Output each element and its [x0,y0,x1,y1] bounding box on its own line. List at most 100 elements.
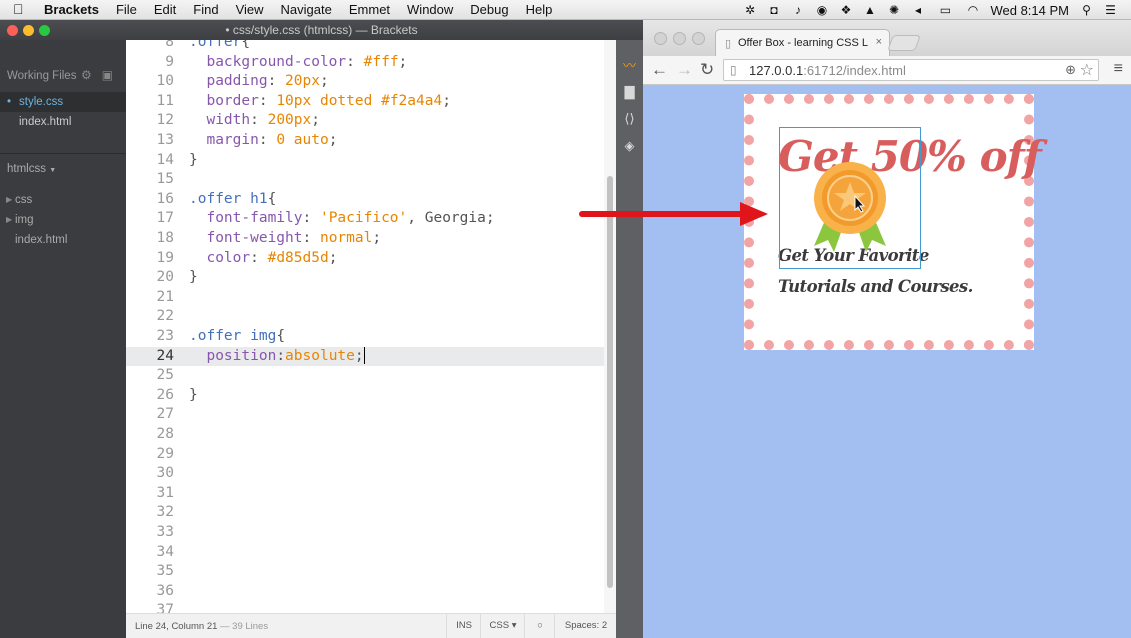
code-line[interactable]: 36 [126,582,604,602]
drive-icon[interactable]: ▲ [863,2,876,18]
menu-help[interactable]: Help [526,2,553,17]
menu-emmet[interactable]: Emmet [349,2,390,17]
line-number: 12 [156,112,174,129]
split-view-icon[interactable]: ▣ [102,68,113,82]
code-line[interactable]: 25 [126,366,604,386]
code-line[interactable]: 17 font-family: 'Pacifico', Georgia; [126,209,604,229]
code-line[interactable]: 19 color: #d85d5d; [126,249,604,269]
menu-file[interactable]: File [116,2,137,17]
forward-icon[interactable]: → [676,60,693,80]
new-tab-button[interactable] [887,35,921,51]
tree-folder-img[interactable]: ▶ img [0,210,126,230]
tab-title: Offer Box - learning CSS L [738,37,869,49]
close-tab-icon[interactable]: × [876,36,882,48]
code-line[interactable]: 31 [126,484,604,504]
menu-bar:  Brackets File Edit Find View Navigate Emmet W… [0,0,1131,20]
working-file-index-html[interactable]: index.html [0,112,126,132]
code-line[interactable]: 26} [126,386,604,406]
code-line[interactable]: 12 width: 200px; [126,111,604,131]
menu-icon[interactable]: ≡ [1114,60,1123,78]
zoom-window-icon[interactable] [692,32,705,45]
reload-icon[interactable]: ↻ [700,60,714,80]
menu-edit[interactable]: Edit [154,2,176,17]
code-line[interactable]: 16 .offer h1{ [126,190,604,210]
code-editor[interactable]: 8 .offer{9 background-color: #fff; 10 padd… [126,40,604,613]
code-hint-icon[interactable]: ⟨⟩ [621,110,638,127]
apple-icon[interactable]:  [13,1,24,17]
menu-navigate[interactable]: Navigate [281,2,332,17]
bookmark-star-icon[interactable]: ☆ [1080,60,1094,80]
language-mode-select[interactable]: CSS ▾ [480,614,525,638]
settings-gear-icon[interactable]: ⚙ [81,68,92,82]
project-dropdown[interactable]: htmlcss ▼ [7,163,56,175]
gear-icon[interactable]: ✲ [743,2,756,18]
clock[interactable]: Wed 8:14 PM [990,3,1069,18]
minimize-window-icon[interactable] [23,25,34,36]
extension-manager-icon[interactable]: ▇ [621,83,638,100]
code-line[interactable]: 33 [126,523,604,543]
indent-spaces-select[interactable]: Spaces: 2 [554,614,617,638]
code-text: padding: 20px; [206,73,329,90]
menu-window[interactable]: Window [407,2,453,17]
insert-mode-toggle[interactable]: INS [446,614,481,638]
sidebar: Working Files ⚙ ▣ • style.css index.html… [0,40,126,638]
zoom-window-icon[interactable] [39,25,50,36]
minimize-window-icon[interactable] [673,32,686,45]
working-files-heading: Working Files [7,70,77,82]
brackets-window: • css/style.css (htmlcss) — Brackets Wor… [0,20,643,638]
close-window-icon[interactable] [654,32,667,45]
dropbox-icon[interactable]: ❖ [839,2,852,18]
menu-debug[interactable]: Debug [470,2,508,17]
code-line[interactable]: 34 [126,543,604,563]
spotlight-search-icon[interactable]: ⚲ [1080,2,1093,18]
menu-view[interactable]: View [236,2,264,17]
code-line[interactable]: 8 .offer{ [126,40,604,53]
live-preview-icon[interactable]: 〰 [621,57,638,74]
code-line[interactable]: 11 border: 10px dotted #f2a4a4; [126,92,604,112]
code-line[interactable]: 21 [126,288,604,308]
linter-status-icon[interactable]: ○ [524,614,555,638]
code-line[interactable]: 20} [126,268,604,288]
browser-tab[interactable]: ▯ Offer Box - learning CSS L × [715,29,890,56]
code-line[interactable]: 18 font-weight: normal; [126,229,604,249]
code-line[interactable]: 15 [126,170,604,190]
notification-center-icon[interactable]: ☰ [1104,2,1117,18]
creative-cloud-icon[interactable]: ✺ [887,2,900,18]
code-line[interactable]: 35 [126,562,604,582]
wifi-icon[interactable]: ◠ [966,2,979,18]
code-line[interactable]: 22 [126,307,604,327]
code-line[interactable]: 24 position:absolute; [126,346,604,367]
tree-folder-css[interactable]: ▶ css [0,190,126,210]
line-number: 15 [156,171,174,188]
address-bar[interactable]: ▯ 127.0.0.1:61712/index.html ⊕ ☆ [723,59,1099,81]
code-line[interactable]: 28 [126,425,604,445]
volume-icon[interactable]: ◂ [911,2,924,18]
code-line[interactable]: 14} [126,151,604,171]
code-line[interactable]: 32 [126,503,604,523]
scrollbar-thumb[interactable] [607,176,613,588]
code-line[interactable]: 37 [126,601,604,613]
code-line[interactable]: 23 .offer img{ [126,327,604,347]
battery-icon[interactable]: ▭ [935,2,955,18]
close-window-icon[interactable] [7,25,18,36]
editor-scrollbar[interactable] [604,40,616,613]
back-icon[interactable]: ← [651,60,668,80]
zoom-icon[interactable]: ⊕ [1065,62,1076,78]
browser-toolbar: ← → ↻ ▯ 127.0.0.1:61712/index.html ⊕ ☆ ≡ [643,56,1131,85]
code-line[interactable]: 9 background-color: #fff; [126,53,604,73]
app-menu-brackets[interactable]: Brackets [44,2,99,17]
code-line[interactable]: 30 [126,464,604,484]
tree-file-index-html[interactable]: index.html [0,230,126,250]
line-number: 26 [156,386,174,403]
code-line[interactable]: 13 margin: 0 auto; [126,131,604,151]
notification-bell-icon[interactable]: ♪ [791,2,804,18]
menu-find[interactable]: Find [193,2,218,17]
record-icon[interactable]: ◉ [815,2,828,18]
code-line[interactable]: 29 [126,445,604,465]
code-line[interactable]: 10 padding: 20px; [126,72,604,92]
chat-icon[interactable]: ◘ [767,2,780,18]
layers-icon[interactable]: ◈ [621,137,638,154]
working-file-style-css[interactable]: • style.css [0,92,126,112]
code-line[interactable]: 27 [126,405,604,425]
badge-image [779,127,921,269]
